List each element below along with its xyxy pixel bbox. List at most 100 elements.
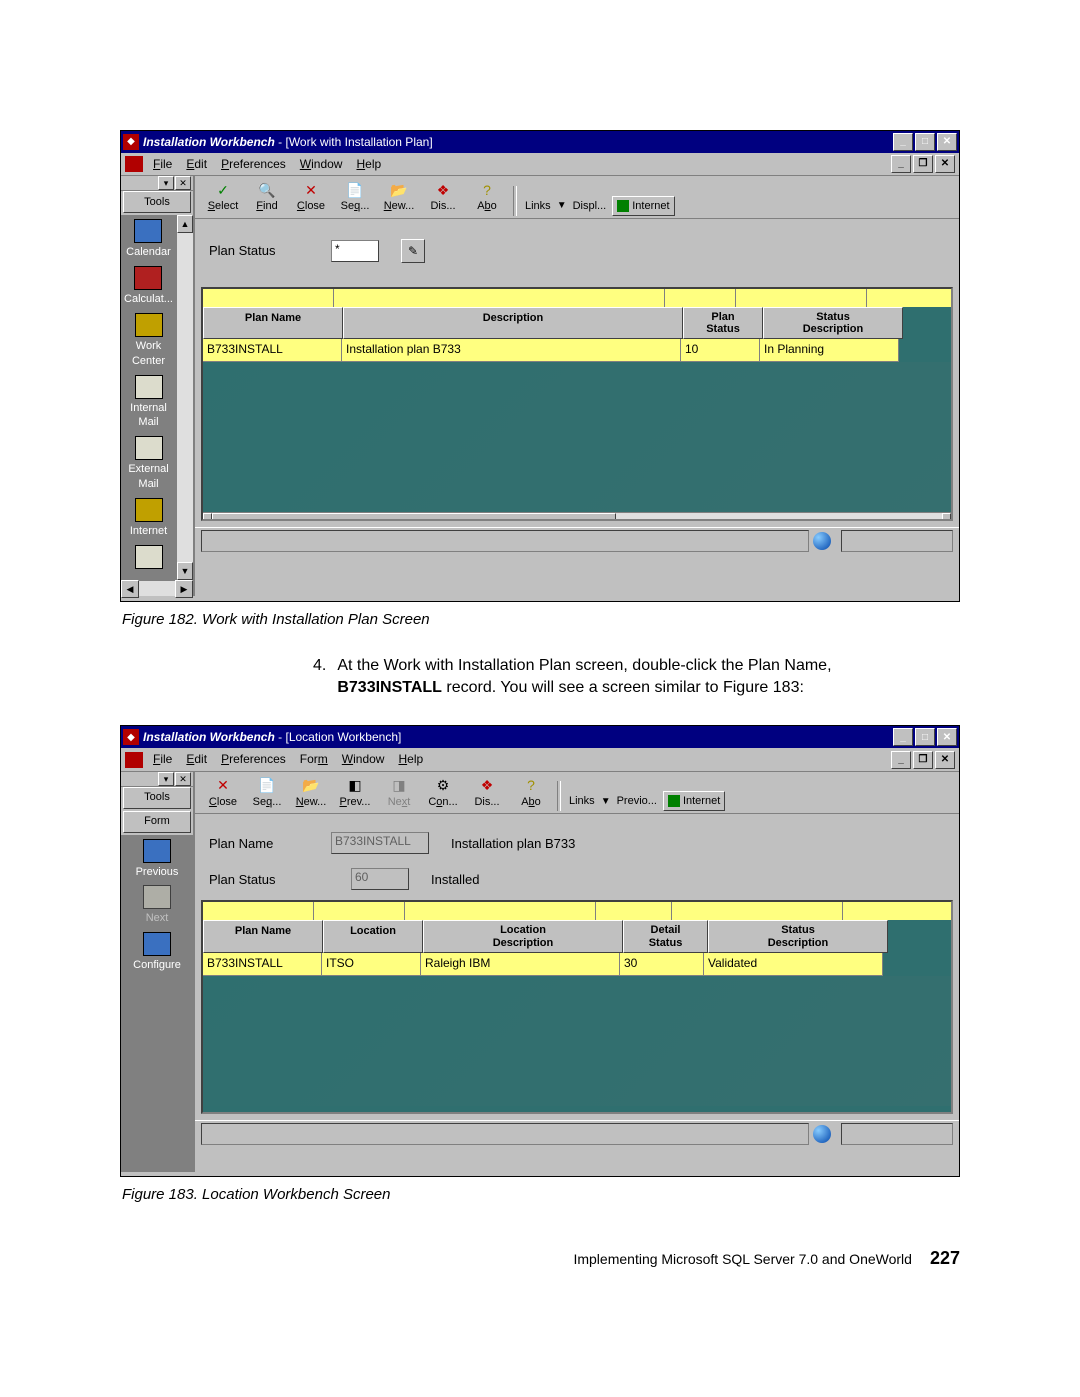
minimize-button[interactable]: _ bbox=[893, 133, 913, 151]
scroll-right-button[interactable]: ▶ bbox=[175, 580, 193, 598]
menu-window[interactable]: Window bbox=[296, 155, 347, 173]
sidebar-item-external-mail[interactable]: External Mail bbox=[121, 436, 176, 492]
grid-scroll-thumb[interactable] bbox=[212, 513, 616, 521]
links-item[interactable]: Displ... bbox=[573, 199, 607, 214]
menu-form[interactable]: Form bbox=[296, 750, 332, 768]
col2-location[interactable]: Location bbox=[323, 920, 423, 952]
col-plan-status[interactable]: PlanStatus bbox=[683, 307, 763, 339]
sidebar-tab-tools[interactable]: Tools bbox=[123, 191, 191, 213]
internet-link[interactable]: Internet bbox=[612, 196, 674, 216]
tb-about[interactable]: ?Abo bbox=[465, 179, 509, 216]
sidebar-dropdown-2[interactable]: ▾ bbox=[158, 772, 174, 786]
tb-select[interactable]: ✓Select bbox=[201, 179, 245, 216]
scroll-left-button[interactable]: ◀ bbox=[121, 580, 139, 598]
close-button-2[interactable]: ✕ bbox=[937, 728, 957, 746]
plan-status-desc: Installed bbox=[431, 871, 479, 889]
menu-window-2[interactable]: Window bbox=[338, 750, 389, 768]
grid-qbe-row[interactable] bbox=[203, 289, 951, 307]
child-restore-button[interactable]: ❐ bbox=[913, 155, 933, 173]
tb-new-2[interactable]: 📂New... bbox=[289, 775, 333, 812]
maximize-button-2[interactable]: □ bbox=[915, 728, 935, 746]
sidebar-item-calculator[interactable]: Calculat... bbox=[124, 266, 173, 307]
seq-icon: 📄 bbox=[335, 181, 375, 199]
child-close-button[interactable]: ✕ bbox=[935, 155, 955, 173]
sidebar-item-extra[interactable] bbox=[135, 545, 163, 571]
col-plan-name[interactable]: Plan Name bbox=[203, 307, 343, 339]
close-button[interactable]: ✕ bbox=[937, 133, 957, 151]
menu-edit[interactable]: Edit bbox=[182, 155, 211, 173]
sidebar-tab-tools-2[interactable]: Tools bbox=[123, 787, 191, 809]
grid-scroll-right[interactable]: ▶ bbox=[942, 513, 951, 521]
tb-seq-2[interactable]: 📄Seq... bbox=[245, 775, 289, 812]
internet-icon bbox=[135, 498, 163, 522]
seq-icon-2: 📄 bbox=[247, 777, 287, 795]
tb-prev[interactable]: ◧Prev... bbox=[333, 775, 377, 812]
plan-status-field: 60 bbox=[351, 868, 409, 890]
grid-qbe-row-2[interactable] bbox=[203, 902, 951, 920]
sidebar-item-next[interactable]: Next bbox=[143, 885, 171, 926]
child-restore-2[interactable]: ❐ bbox=[913, 751, 933, 769]
cell2-detail-status[interactable]: 30 bbox=[620, 953, 704, 976]
sidebar-close-button[interactable]: ✕ bbox=[175, 176, 191, 190]
cell-status-desc[interactable]: In Planning bbox=[760, 339, 899, 362]
links-item-2[interactable]: Previo... bbox=[617, 794, 657, 809]
grid-row[interactable]: B733INSTALL Installation plan B733 10 In… bbox=[203, 339, 951, 362]
tb-new[interactable]: 📂New... bbox=[377, 179, 421, 216]
tb-dis-2[interactable]: ❖Dis... bbox=[465, 775, 509, 812]
col-status-desc[interactable]: StatusDescription bbox=[763, 307, 903, 339]
menu-file[interactable]: File bbox=[149, 155, 176, 173]
tb-dis[interactable]: ❖Dis... bbox=[421, 179, 465, 216]
previous-icon bbox=[143, 839, 171, 863]
window-title-2: Installation Workbench - [Location Workb… bbox=[143, 729, 893, 745]
grid-hscroll[interactable]: ◀ ▶ bbox=[203, 512, 951, 521]
sidebar-item-internet[interactable]: Internet bbox=[130, 498, 167, 539]
child-close-2[interactable]: ✕ bbox=[935, 751, 955, 769]
sidebar-dropdown-button[interactable]: ▾ bbox=[158, 176, 174, 190]
menu-file-2[interactable]: File bbox=[149, 750, 176, 768]
cell2-location[interactable]: ITSO bbox=[322, 953, 421, 976]
cell-plan-status[interactable]: 10 bbox=[681, 339, 760, 362]
cell2-status-desc[interactable]: Validated bbox=[704, 953, 883, 976]
sidebar-tab-form[interactable]: Form bbox=[123, 811, 191, 833]
minimize-button-2[interactable]: _ bbox=[893, 728, 913, 746]
sidebar-item-previous[interactable]: Previous bbox=[136, 839, 179, 880]
links-dropdown-icon[interactable]: ▼ bbox=[557, 199, 567, 213]
child-minimize-button[interactable]: _ bbox=[891, 155, 911, 173]
menu-preferences-2[interactable]: Preferences bbox=[217, 750, 290, 768]
col2-detail-status[interactable]: DetailStatus bbox=[623, 920, 708, 952]
sidebar-item-workcenter[interactable]: Work Center bbox=[121, 313, 176, 369]
tb-close-2[interactable]: ✕Close bbox=[201, 775, 245, 812]
scroll-down-button[interactable]: ▼ bbox=[177, 562, 193, 580]
menu-help[interactable]: Help bbox=[352, 155, 385, 173]
new-icon-2: 📂 bbox=[291, 777, 331, 795]
menu-help-2[interactable]: Help bbox=[394, 750, 427, 768]
cell2-plan-name[interactable]: B733INSTALL bbox=[203, 953, 322, 976]
tb-seq[interactable]: 📄Seq... bbox=[333, 179, 377, 216]
maximize-button[interactable]: □ bbox=[915, 133, 935, 151]
grid-scroll-left[interactable]: ◀ bbox=[203, 513, 212, 521]
tb-close[interactable]: ✕Close bbox=[289, 179, 333, 216]
links-dropdown-2[interactable]: ▼ bbox=[601, 795, 611, 809]
internet-link-2[interactable]: Internet bbox=[663, 791, 725, 811]
qbe-button[interactable]: ✎ bbox=[401, 239, 425, 263]
tb-about-2[interactable]: ?Abo bbox=[509, 775, 553, 812]
sidebar-item-calendar[interactable]: Calendar bbox=[126, 219, 171, 260]
sidebar-item-configure[interactable]: Configure bbox=[133, 932, 181, 973]
tb-con[interactable]: ⚙Con... bbox=[421, 775, 465, 812]
scroll-up-button[interactable]: ▲ bbox=[177, 215, 193, 233]
cell-description[interactable]: Installation plan B733 bbox=[342, 339, 681, 362]
cell2-loc-desc[interactable]: Raleigh IBM bbox=[421, 953, 620, 976]
col-description[interactable]: Description bbox=[343, 307, 683, 339]
tb-find[interactable]: 🔍Find bbox=[245, 179, 289, 216]
sidebar-item-internal-mail[interactable]: Internal Mail bbox=[121, 375, 176, 431]
col2-plan-name[interactable]: Plan Name bbox=[203, 920, 323, 952]
menu-edit-2[interactable]: Edit bbox=[182, 750, 211, 768]
grid-row-2[interactable]: B733INSTALL ITSO Raleigh IBM 30 Validate… bbox=[203, 953, 951, 976]
plan-status-input[interactable]: * bbox=[331, 240, 379, 262]
col2-loc-desc[interactable]: LocationDescription bbox=[423, 920, 623, 952]
child-minimize-2[interactable]: _ bbox=[891, 751, 911, 769]
col2-status-desc[interactable]: StatusDescription bbox=[708, 920, 888, 952]
sidebar-close-2[interactable]: ✕ bbox=[175, 772, 191, 786]
menu-preferences[interactable]: Preferences bbox=[217, 155, 290, 173]
cell-plan-name[interactable]: B733INSTALL bbox=[203, 339, 342, 362]
